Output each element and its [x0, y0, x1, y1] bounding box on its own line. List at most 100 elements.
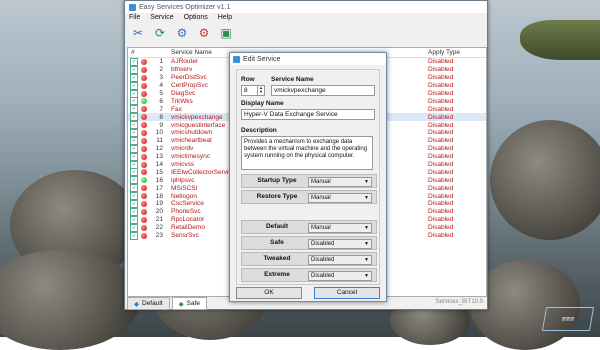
row-number: 4	[159, 82, 163, 90]
menu-options[interactable]: Options	[184, 14, 208, 21]
row-checkbox[interactable]: ✓	[130, 152, 138, 161]
row-apply-type: Disabled	[428, 232, 454, 240]
row-checkbox[interactable]: ✓	[130, 223, 138, 232]
row-number: 22	[155, 224, 163, 232]
row-apply-type: Disabled	[428, 137, 454, 145]
row-number: 6	[159, 97, 163, 105]
cancel-button[interactable]: Cancel	[314, 287, 380, 299]
row-checkbox[interactable]: ✓	[130, 144, 138, 153]
row-checkbox[interactable]: ✓	[130, 73, 138, 82]
tab-default-label: Default	[142, 300, 163, 307]
row-number: 21	[155, 216, 163, 224]
row-checkbox[interactable]: ✓	[130, 207, 138, 216]
row-number: 17	[155, 184, 163, 192]
row-checkbox[interactable]: ✓	[130, 184, 138, 193]
row-number: 1	[159, 58, 163, 66]
menu-file[interactable]: File	[129, 14, 140, 21]
window-title: Easy Services Optimizer v1.1	[139, 3, 231, 11]
chevron-down-icon: ▼	[364, 257, 369, 263]
row-apply-type: Disabled	[428, 153, 454, 161]
header-service-name[interactable]: Service Name	[171, 49, 212, 56]
watermark-logo: ≡≡≡	[541, 307, 595, 331]
row-checkbox[interactable]: ✓	[130, 231, 138, 240]
chevron-down-icon: ▼	[364, 225, 369, 231]
tools-icon[interactable]: ✂	[129, 24, 147, 42]
row-apply-type: Disabled	[428, 121, 454, 129]
row-checkbox[interactable]: ✓	[130, 215, 138, 224]
row-checkbox[interactable]: ✓	[130, 160, 138, 169]
startup-type-label: Startup Type	[257, 177, 297, 184]
row-checkbox[interactable]: ✓	[130, 65, 138, 74]
safe-icon: ◆	[178, 300, 184, 308]
dialog-title: Edit Service	[243, 55, 281, 63]
row-number: 2	[159, 66, 163, 74]
restore-type-select[interactable]: Manual ▼	[308, 193, 372, 203]
display-name-field[interactable]: Hyper-V Data Exchange Service	[241, 109, 375, 120]
row-number: 13	[155, 153, 163, 161]
service-name-field[interactable]: vmickvpexchange	[271, 85, 375, 96]
menu-help[interactable]: Help	[218, 14, 232, 21]
default-icon: ◆	[134, 300, 139, 308]
chevron-down-icon: ▼	[364, 241, 369, 247]
row-number: 23	[155, 232, 163, 240]
default-value: Manual	[311, 225, 331, 231]
tab-safe[interactable]: ◆ Safe	[171, 297, 207, 310]
add-service-icon[interactable]: ▣	[217, 24, 235, 42]
safe-row: Safe Disabled ▼	[241, 236, 377, 250]
row-checkbox[interactable]: ✓	[130, 168, 138, 177]
row-checkbox[interactable]: ✓	[130, 89, 138, 98]
default-row: Default Manual ▼	[241, 220, 377, 234]
row-checkbox[interactable]: ✓	[130, 113, 138, 122]
row-apply-type: Disabled	[428, 168, 454, 176]
safe-value: Disabled	[311, 241, 335, 247]
menu-service[interactable]: Service	[150, 14, 173, 21]
row-number: 7	[159, 105, 163, 113]
row-checkbox[interactable]: ✓	[130, 121, 138, 130]
dialog-titlebar: Edit Service	[230, 53, 386, 65]
default-select[interactable]: Manual ▼	[308, 223, 372, 233]
ok-button[interactable]: OK	[236, 287, 302, 299]
header-num[interactable]: #	[128, 49, 147, 56]
background-rock	[490, 120, 600, 240]
row-checkbox[interactable]: ✓	[130, 81, 138, 90]
startup-type-row: Startup Type Manual ▼	[241, 174, 377, 188]
row-spinner[interactable]: ▲ ▼	[257, 86, 264, 95]
safe-label: Safe	[270, 239, 284, 246]
safe-select[interactable]: Disabled ▼	[308, 239, 372, 249]
tab-default[interactable]: ◆ Default	[127, 297, 170, 310]
gear-icon[interactable]: ⚙	[173, 24, 191, 42]
extreme-select[interactable]: Disabled ▼	[308, 271, 372, 281]
row-number: 11	[156, 137, 163, 145]
row-apply-type: Disabled	[428, 192, 454, 200]
row-checkbox[interactable]: ✓	[130, 176, 138, 185]
row-apply-type: Disabled	[428, 66, 454, 74]
row-checkbox[interactable]: ✓	[130, 57, 138, 66]
row-checkbox[interactable]: ✓	[130, 128, 138, 137]
tweaked-row: Tweaked Disabled ▼	[241, 252, 377, 266]
menu-bar: File Service Options Help	[125, 13, 487, 22]
row-checkbox[interactable]: ✓	[130, 105, 138, 114]
row-checkbox[interactable]: ✓	[130, 192, 138, 201]
service-name-label: Service Name	[271, 76, 314, 83]
row-number: 12	[155, 145, 163, 153]
row-label: Row	[241, 76, 255, 83]
row-checkbox[interactable]: ✓	[130, 97, 138, 106]
row-checkbox[interactable]: ✓	[130, 199, 138, 208]
row-apply-type: Disabled	[428, 82, 454, 90]
row-apply-type: Disabled	[428, 58, 454, 66]
restore-icon[interactable]: ⟳	[151, 24, 169, 42]
row-checkbox[interactable]: ✓	[130, 136, 138, 145]
tweaked-select[interactable]: Disabled ▼	[308, 255, 372, 265]
row-apply-type: Disabled	[428, 105, 454, 113]
row-field[interactable]: 8 ▲ ▼	[241, 85, 265, 96]
chevron-down-icon: ▼	[364, 179, 369, 185]
startup-type-select[interactable]: Manual ▼	[308, 177, 372, 187]
row-number: 5	[159, 90, 163, 97]
tab-strip: ◆ Default ◆ Safe	[127, 297, 207, 310]
row-apply-type: Disabled	[428, 74, 454, 82]
header-apply-type[interactable]: Apply Type	[428, 49, 478, 56]
description-field[interactable]: Provides a mechanism to exchange data be…	[241, 136, 373, 170]
row-apply-type: Disabled	[428, 129, 454, 137]
row-apply-type: Disabled	[428, 200, 454, 208]
settings-icon[interactable]: ⚙	[195, 24, 213, 42]
